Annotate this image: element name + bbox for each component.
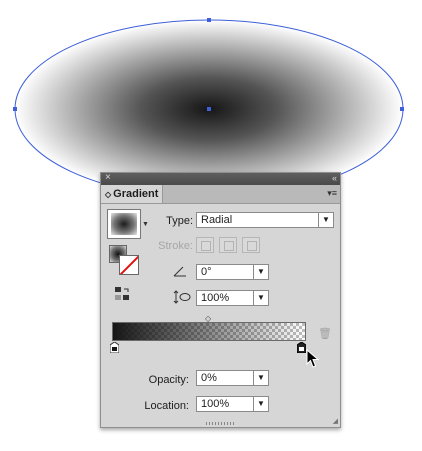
location-label: Location: (144, 400, 189, 412)
reverse-gradient-icon[interactable] (115, 287, 131, 301)
anchor-point-top[interactable] (207, 18, 211, 22)
chevron-down-icon: ▼ (318, 213, 333, 227)
stroke-label: Stroke: (158, 240, 193, 252)
delete-stop-icon[interactable]: 🗑 (318, 327, 332, 340)
aspect-ratio-icon (173, 290, 191, 304)
anchor-point-left[interactable] (13, 107, 17, 111)
center-point[interactable] (207, 107, 211, 111)
corner-resize-icon[interactable]: ◢ (333, 417, 338, 425)
gradient-swatch-preview (111, 213, 137, 235)
pointer-cursor-icon (306, 349, 320, 368)
panel-titlebar[interactable]: × « (101, 172, 340, 185)
stroke-across-button[interactable] (242, 237, 260, 253)
chevron-down-icon[interactable]: ▼ (253, 397, 268, 411)
stroke-along-button[interactable] (219, 237, 237, 253)
stroke-within-button[interactable] (196, 237, 214, 253)
anchor-point-right[interactable] (400, 107, 404, 111)
swatch-dropdown-icon[interactable]: ▼ (142, 221, 149, 228)
location-field[interactable]: 100% ▼ (196, 396, 269, 412)
tab-arrows-icon: ◇ (105, 190, 112, 199)
tab-gradient-label: Gradient (113, 188, 159, 200)
angle-icon (173, 266, 186, 277)
gradient-swatch[interactable] (107, 209, 141, 239)
tab-row: ◇ Gradient ▾≡ (101, 185, 340, 204)
chevron-down-icon[interactable]: ▼ (253, 291, 268, 305)
color-stop-start[interactable] (110, 342, 119, 353)
stroke-swatch-none[interactable] (119, 255, 139, 275)
chevron-down-icon[interactable]: ▼ (253, 265, 268, 279)
chevron-down-icon[interactable]: ▼ (253, 371, 268, 385)
aspect-ratio-value: 100% (201, 292, 230, 304)
gradient-ramp[interactable] (112, 322, 306, 341)
tab-gradient[interactable]: ◇ Gradient (101, 185, 163, 203)
opacity-label: Opacity: (148, 374, 189, 386)
panel-resize-grip[interactable] (206, 422, 236, 425)
type-label: Type: (166, 215, 193, 227)
type-select[interactable]: Radial ▼ (196, 212, 334, 228)
angle-field[interactable]: 0° ▼ (196, 264, 269, 280)
opacity-field[interactable]: 0% ▼ (196, 370, 269, 386)
panel-menu-icon[interactable]: ▾≡ (327, 188, 337, 199)
aspect-ratio-field[interactable]: 100% ▼ (196, 290, 269, 306)
angle-value: 0° (201, 266, 212, 278)
color-stop-end[interactable] (297, 342, 306, 353)
type-select-value: Radial (201, 214, 233, 226)
gradient-panel: × « ◇ Gradient ▾≡ ▼ Type: Radial ▼ Stroke… (100, 172, 341, 428)
location-value: 100% (201, 398, 230, 410)
close-icon[interactable]: × (105, 172, 111, 184)
fill-stroke-indicator[interactable] (109, 245, 139, 275)
opacity-value: 0% (201, 372, 217, 384)
collapse-icon[interactable]: « (332, 172, 337, 184)
